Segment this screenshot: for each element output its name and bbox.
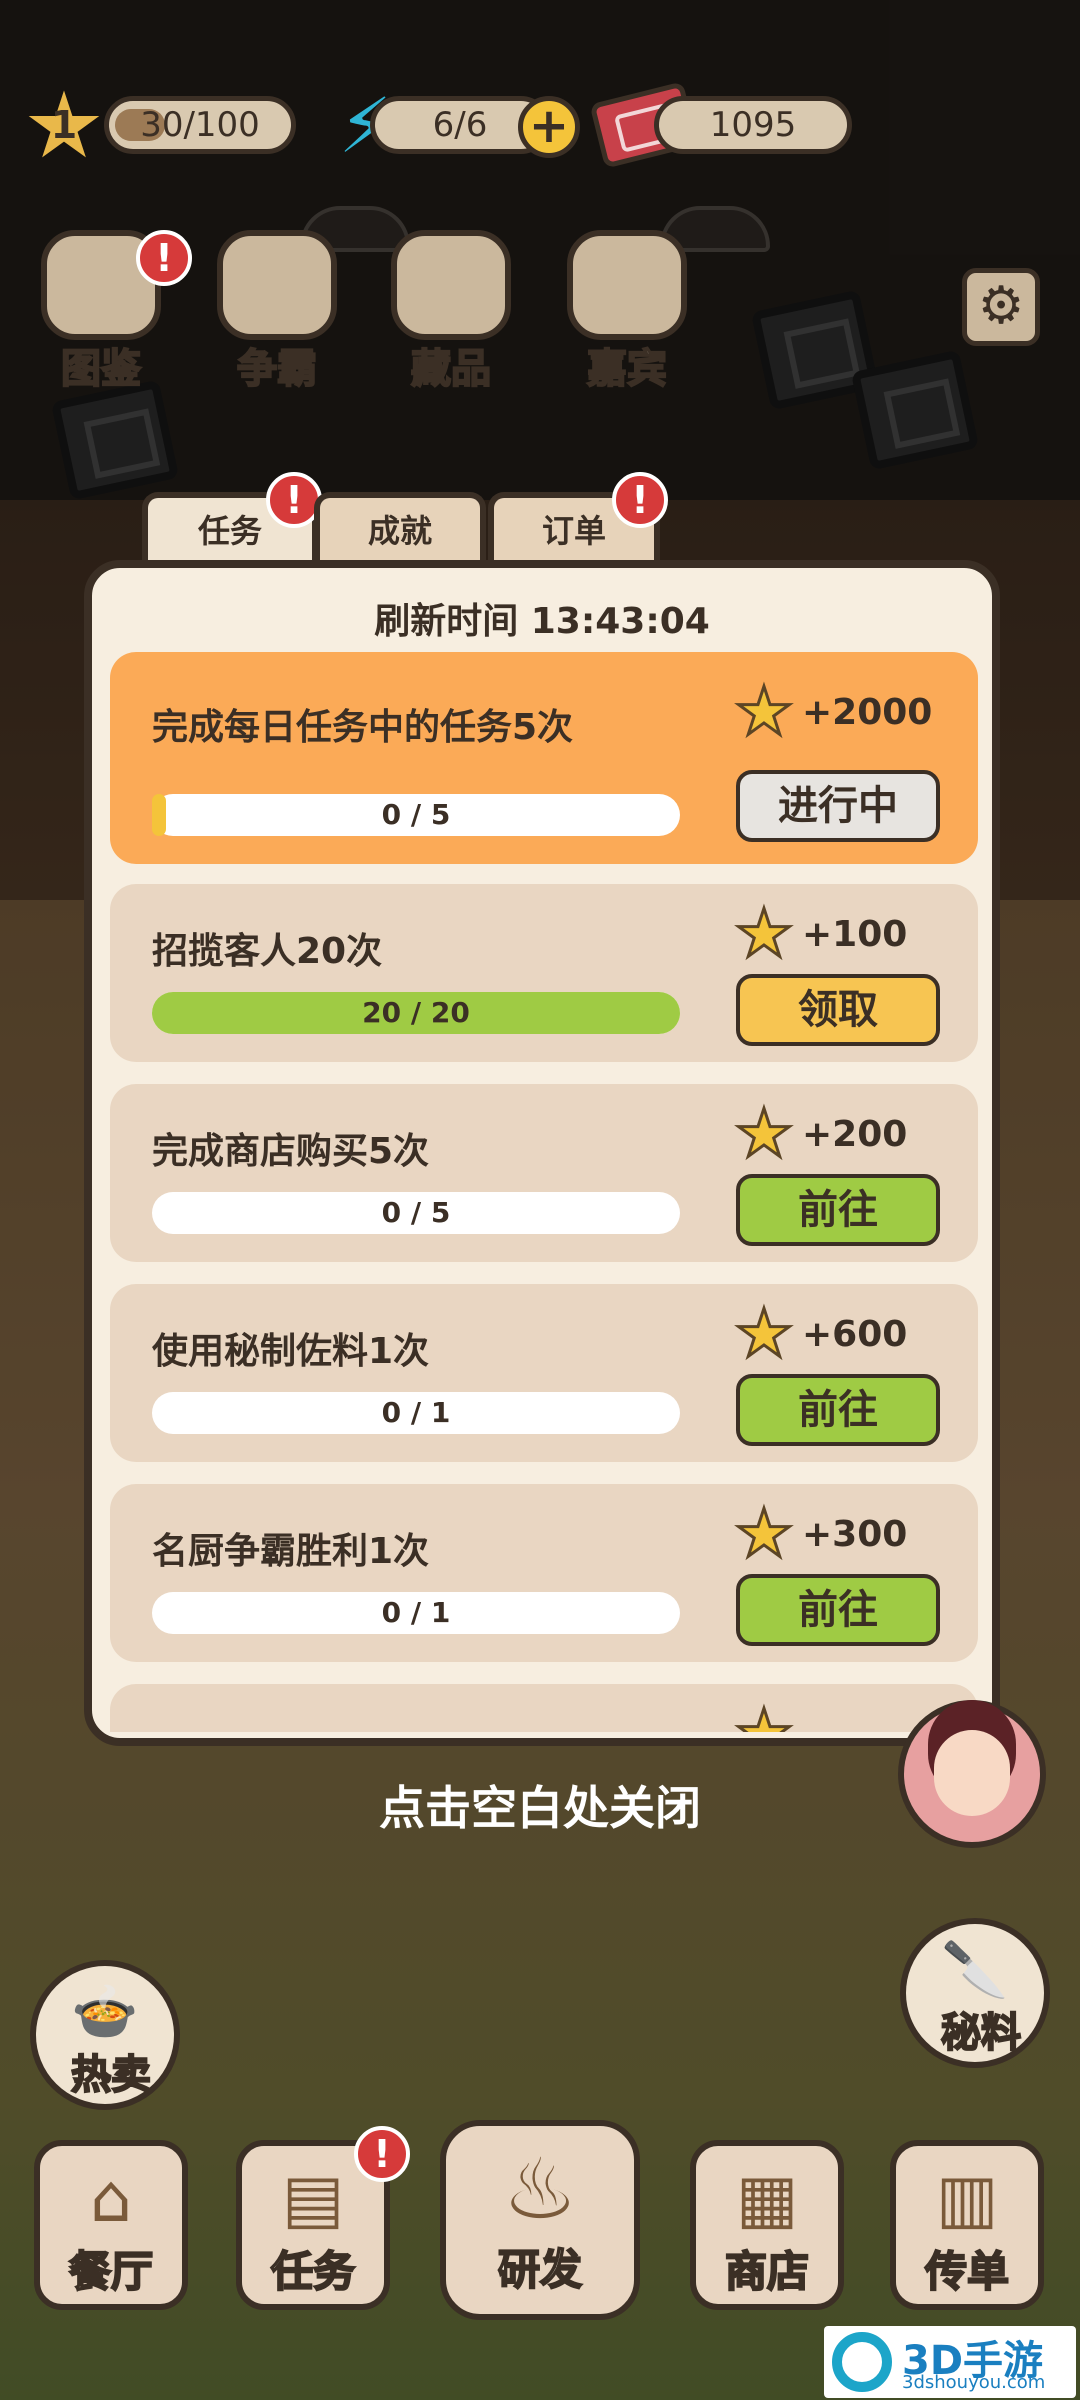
progress-bar: 20 / 20 — [152, 992, 680, 1034]
contest-label: 争霸 — [236, 345, 318, 393]
task-item: 招揽客人20次 ★ +100 20 / 20 领取 — [110, 884, 978, 1062]
star-icon: ★ — [733, 673, 795, 750]
alert-icon: ! — [612, 472, 668, 528]
task-item: 名厨争霸胜利1次 ★ +300 0 / 1 前往 — [110, 1484, 978, 1662]
nav-tasks-label: 任务 — [270, 2246, 356, 2297]
cash-bar: 1095 — [654, 96, 852, 154]
hot-sale-label: 热卖 — [70, 2051, 152, 2099]
task-reward: +600 — [802, 1314, 908, 1355]
progress-text: 20 / 20 — [362, 996, 470, 1029]
alert-icon: ! — [354, 2126, 410, 2182]
nav-flyers[interactable]: ▥ 传单 — [890, 2140, 1044, 2310]
energy-text: 6/6 — [432, 105, 488, 145]
treasures-button[interactable]: 藏品 — [386, 230, 516, 393]
treasures-label: 藏品 — [410, 345, 492, 393]
nav-restaurant[interactable]: ⌂ 餐厅 — [34, 2140, 188, 2310]
add-energy-button[interactable]: + — [518, 96, 580, 158]
pot-icon — [217, 230, 337, 340]
task-panel: 刷新时间 13:43:04 完成每日任务中的任务5次 ★ +2000 0 / 5… — [84, 560, 1000, 1746]
nav-shop[interactable]: ▦ 商店 — [690, 2140, 844, 2310]
go-button[interactable]: 前往 — [736, 1574, 940, 1646]
tab-achievements[interactable]: 成就 — [314, 492, 486, 568]
watermark-logo-icon — [832, 2332, 892, 2392]
progress-bar: 0 / 1 — [152, 1592, 680, 1634]
collection-label: 图鉴 — [60, 345, 142, 393]
progress-bar: 0 / 5 — [152, 794, 680, 836]
guests-button[interactable]: 嘉宾 — [562, 230, 692, 393]
nav-shop-label: 商店 — [724, 2246, 810, 2297]
cauldron-icon — [391, 230, 511, 340]
task-item-partial: ★ — [110, 1684, 978, 1732]
tab-tasks[interactable]: 任务 ! — [142, 472, 322, 568]
settings-gear-icon[interactable]: ⚙ — [962, 268, 1040, 346]
refresh-time: 刷新时间 13:43:04 — [374, 601, 710, 642]
task-item: 完成每日任务中的任务5次 ★ +2000 0 / 5 进行中 — [110, 652, 978, 864]
tab-orders[interactable]: 订单 ! — [488, 472, 668, 568]
watermark: 3D手游网 3dshouyou.com — [824, 2326, 1076, 2400]
cash-text: 1095 — [709, 105, 797, 145]
guest-avatar[interactable] — [898, 1700, 1046, 1848]
progress-text: 0 / 5 — [381, 1196, 451, 1229]
task-title: 完成商店购买5次 — [152, 1131, 430, 1172]
xp-text: 30/100 — [140, 105, 260, 145]
task-item: 使用秘制佐料1次 ★ +600 0 / 1 前往 — [110, 1284, 978, 1462]
nav-tasks[interactable]: ▤ 任务 ! — [236, 2126, 410, 2310]
tab-orders-label: 订单 — [541, 512, 606, 550]
task-reward: +200 — [802, 1114, 908, 1155]
ticket-icon — [567, 230, 687, 340]
level-star-icon: ★ 1 — [18, 80, 110, 172]
star-icon: ★ — [732, 1699, 796, 1732]
star-icon: ★ — [733, 1495, 795, 1572]
star-icon: ★ — [733, 1295, 795, 1372]
nav-research[interactable]: ♨ 研发 — [440, 2120, 640, 2320]
watermark-url: 3dshouyou.com — [902, 2372, 1046, 2393]
progress-bar: 0 / 1 — [152, 1392, 680, 1434]
restaurant-icon: ⌂ — [90, 2160, 132, 2237]
flyer-icon: ▥ — [935, 2160, 999, 2237]
star-icon: ★ — [733, 1095, 795, 1172]
task-reward: +100 — [802, 914, 908, 955]
task-list[interactable]: 完成每日任务中的任务5次 ★ +2000 0 / 5 进行中 招揽客人20次 ★… — [110, 652, 978, 1732]
task-title: 使用秘制佐料1次 — [152, 1331, 430, 1372]
guests-label: 嘉宾 — [586, 345, 668, 393]
hotpot-icon: 🍲 — [71, 1980, 139, 2043]
go-button[interactable]: 前往 — [736, 1174, 940, 1246]
alert-icon: ! — [136, 230, 192, 286]
progress-bar: 0 / 5 — [152, 1192, 680, 1234]
go-button[interactable]: 前往 — [736, 1374, 940, 1446]
xp-bar: 30/100 — [104, 96, 296, 154]
cleaver-icon: 🔪 — [941, 1938, 1009, 2001]
star-icon: ★ — [733, 895, 795, 972]
task-title: 名厨争霸胜利1次 — [152, 1531, 430, 1572]
chef-hat-icon: ♨ — [502, 2140, 578, 2238]
secret-sauce-label: 秘料 — [940, 2009, 1022, 2057]
level-number: 1 — [50, 103, 78, 147]
secret-sauce-button[interactable]: 🔪 秘料 — [900, 1918, 1050, 2068]
task-title: 招揽客人20次 — [152, 931, 383, 972]
tab-achievements-label: 成就 — [367, 512, 432, 550]
claim-button[interactable]: 领取 — [736, 974, 940, 1046]
nav-flyers-label: 传单 — [924, 2246, 1010, 2297]
contest-button[interactable]: 争霸 — [212, 230, 342, 393]
tab-tasks-label: 任务 — [197, 512, 262, 550]
collection-button[interactable]: 图鉴 ! — [36, 230, 192, 393]
progress-text: 0 / 1 — [381, 1396, 451, 1429]
task-title: 完成每日任务中的任务5次 — [152, 707, 574, 748]
in-progress-button[interactable]: 进行中 — [736, 770, 940, 842]
store-icon: ▦ — [735, 2160, 799, 2237]
progress-text: 0 / 5 — [381, 798, 451, 831]
task-reward: +2000 — [802, 692, 933, 733]
nav-restaurant-label: 餐厅 — [68, 2246, 154, 2297]
task-item: 完成商店购买5次 ★ +200 0 / 5 前往 — [110, 1084, 978, 1262]
hot-sale-button[interactable]: 🍲 热卖 — [30, 1960, 180, 2110]
task-reward: +300 — [802, 1514, 908, 1555]
progress-text: 0 / 1 — [381, 1596, 451, 1629]
nav-research-label: 研发 — [497, 2244, 583, 2295]
